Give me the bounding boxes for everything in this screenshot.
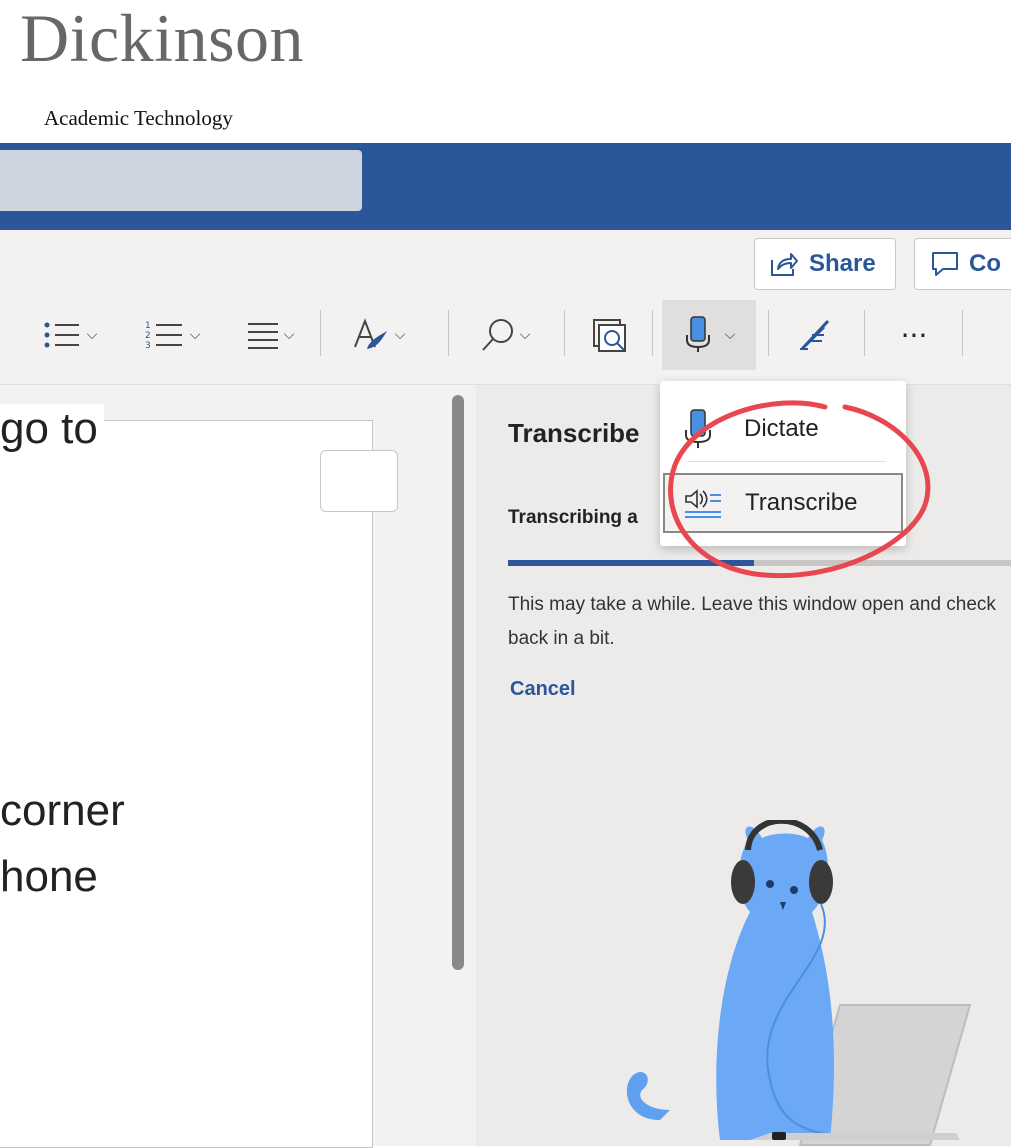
toolbar-divider <box>320 310 321 356</box>
find-button[interactable]: ⌵ <box>462 300 548 370</box>
toolbar-divider <box>768 310 769 356</box>
share-button[interactable]: Share <box>754 238 896 290</box>
more-icon: ··· <box>900 318 928 352</box>
more-options-button[interactable]: ··· <box>874 300 954 370</box>
pane-message: This may take a while. Leave this window… <box>508 594 996 649</box>
share-icon <box>771 253 798 276</box>
scrollbar-thumb[interactable] <box>452 395 464 970</box>
toolbar-divider <box>564 310 565 356</box>
editor-icon <box>593 319 626 352</box>
svg-text:2: 2 <box>145 331 151 341</box>
chevron-down-icon: ⌵ <box>86 327 98 343</box>
pane-title: Transcribe <box>508 418 640 448</box>
numbering-icon: 123 <box>145 321 182 351</box>
chevron-down-icon: ⌵ <box>724 327 736 343</box>
styles-button[interactable]: ⌵ <box>336 300 420 370</box>
dictate-split-button[interactable]: ⌵ <box>662 300 756 370</box>
editor-button[interactable] <box>574 300 646 370</box>
toolbar-divider <box>448 310 449 356</box>
logo-subtitle: Academic Technology <box>44 106 233 130</box>
bullets-icon <box>44 322 79 348</box>
find-icon <box>481 319 513 351</box>
annotation-circle <box>668 400 931 579</box>
rewrite-icon <box>800 319 830 351</box>
chevron-down-icon: ⌵ <box>283 327 295 343</box>
cat-headphones-illustration <box>626 820 972 1146</box>
toolbar-divider <box>962 310 963 356</box>
svg-text:1: 1 <box>145 321 151 331</box>
toolbar-divider <box>864 310 865 356</box>
comments-label: Co <box>969 250 1001 277</box>
bullets-button[interactable]: ⌵ <box>34 300 106 370</box>
align-button[interactable]: ⌵ <box>234 300 306 370</box>
svg-text:3: 3 <box>145 341 151 351</box>
toolbar-divider <box>652 310 653 356</box>
numbering-button[interactable]: 123 ⌵ <box>134 300 210 370</box>
search-box[interactable] <box>0 150 362 211</box>
text-box <box>320 450 398 512</box>
dickinson-logo: Dickinson <box>20 0 305 76</box>
document-text-line: corner <box>0 786 125 835</box>
microphone-icon <box>685 316 710 352</box>
chevron-down-icon: ⌵ <box>519 327 531 343</box>
document-page[interactable] <box>0 420 373 1148</box>
chevron-down-icon: ⌵ <box>394 327 406 343</box>
rewrite-button[interactable] <box>776 300 856 370</box>
pane-status: Transcribing a <box>508 507 638 528</box>
align-icon <box>247 323 278 349</box>
comments-button[interactable]: Co <box>914 238 1011 290</box>
styles-icon <box>353 318 387 349</box>
cancel-link[interactable]: Cancel <box>510 678 576 701</box>
document-text-line: hone <box>0 852 98 901</box>
share-label: Share <box>809 250 876 277</box>
document-text-line: go to <box>0 404 104 454</box>
chevron-down-icon: ⌵ <box>189 327 201 343</box>
comment-icon <box>932 252 958 276</box>
